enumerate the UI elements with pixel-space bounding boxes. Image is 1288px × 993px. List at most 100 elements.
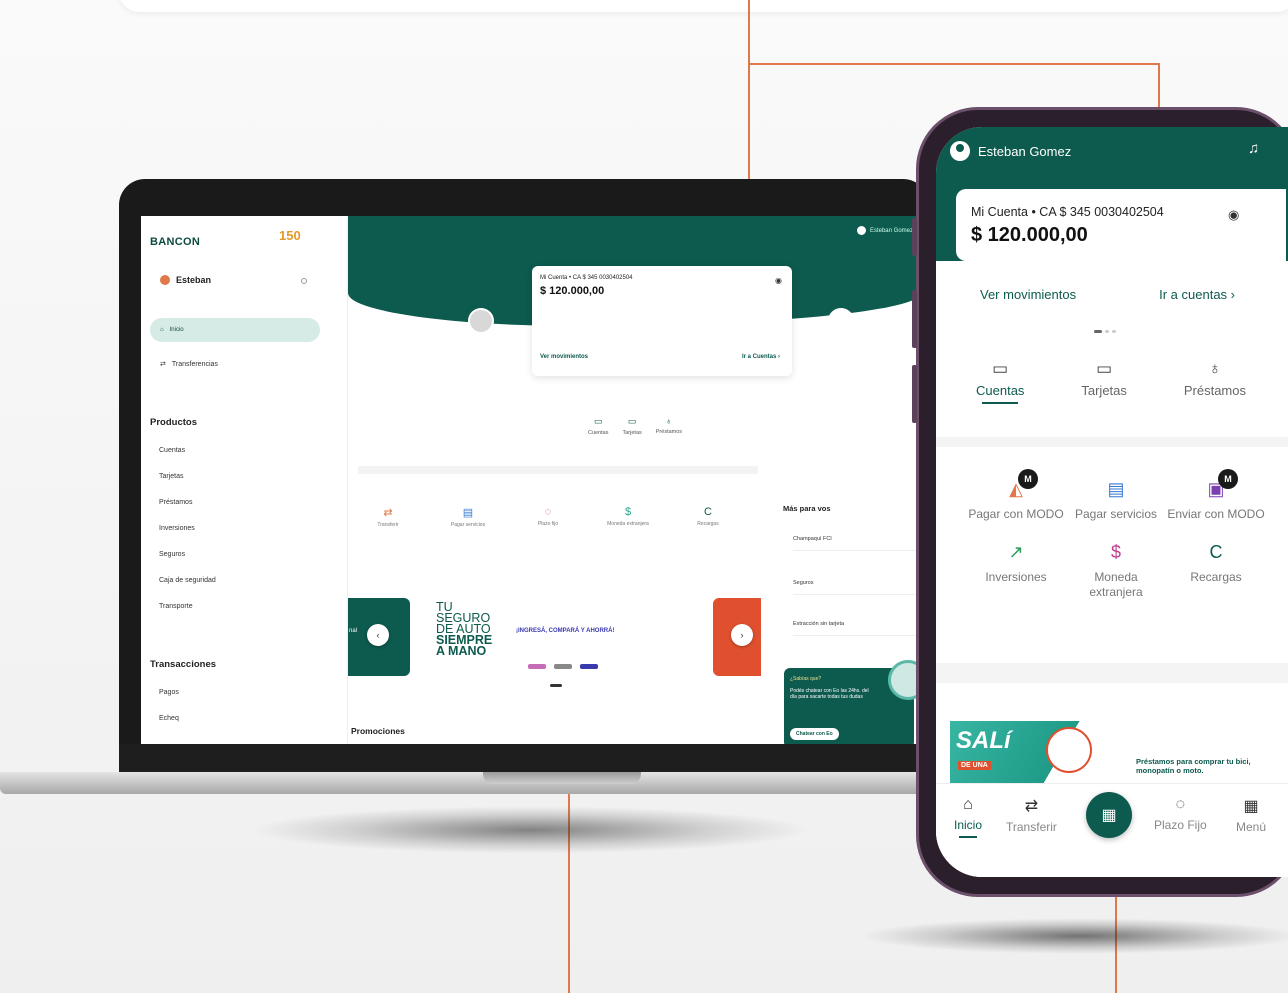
- view-movements-link[interactable]: Ver movimientos: [980, 287, 1076, 302]
- phone-side-button: [912, 290, 917, 348]
- go-to-accounts-link[interactable]: Ir a cuentas ›: [1159, 287, 1235, 302]
- action-label: Enviar con MODO: [1167, 507, 1265, 521]
- sidebar-item-pagos[interactable]: Pagos: [159, 689, 179, 696]
- qr-scan-button[interactable]: ▦: [1086, 792, 1132, 838]
- phone-user-name: Esteban Gomez: [978, 143, 1072, 159]
- view-movements-link[interactable]: Ver movimientos: [540, 354, 588, 360]
- account-balance: $ 120.000,00: [540, 285, 605, 297]
- action-enviar-con-modo[interactable]: ▣ M Enviar con MODO: [1166, 469, 1266, 522]
- home-icon: ⌂: [160, 327, 164, 333]
- promo-line: A MANO: [436, 644, 487, 658]
- sidebar-item-inicio[interactable]: ⌂ Inicio: [150, 318, 320, 342]
- sidebar-item-transferencias[interactable]: ⇄ Transferencias: [160, 360, 218, 369]
- eye-icon[interactable]: ◉: [1228, 207, 1239, 223]
- sidebar-item-inversiones[interactable]: Inversiones: [159, 525, 195, 532]
- sidebar-item-echeq[interactable]: Echeq: [159, 715, 179, 722]
- action-inversiones[interactable]: ↗ Inversiones: [966, 540, 1066, 600]
- chat-button[interactable]: Chatear con Eo: [790, 728, 839, 740]
- tab-prestamos[interactable]: ♁ Préstamos: [1184, 359, 1246, 404]
- nav-label: Plazo Fijo: [1154, 818, 1207, 832]
- nav-inicio[interactable]: ⌂ Inicio: [954, 796, 982, 838]
- carousel-prev-button[interactable]: [468, 308, 494, 334]
- action-transferir[interactable]: ⇄ Transferir: [358, 506, 418, 528]
- transfer-icon: ⇄: [1024, 798, 1039, 815]
- more-item-champaqui[interactable]: Champaquí FCI: [793, 536, 921, 551]
- partner-logo: [554, 664, 572, 669]
- transfer-icon: ⇄: [383, 507, 393, 519]
- phone-user[interactable]: Esteban Gomez: [950, 141, 1071, 161]
- avatar: [160, 275, 170, 285]
- product-tabs: ▭ Cuentas ▭ Tarjetas ♁ Préstamos: [588, 416, 682, 436]
- sidebar-item-prestamos[interactable]: Préstamos: [159, 499, 192, 506]
- action-label: Plazo fijo: [537, 521, 559, 527]
- more-item-extraccion[interactable]: Extracción sin tarjeta: [793, 621, 921, 636]
- eye-icon[interactable]: ◉: [775, 276, 782, 285]
- nav-plazo-fijo[interactable]: ◌ Plazo Fijo: [1154, 796, 1207, 832]
- promo-prev-button[interactable]: ‹: [367, 624, 389, 646]
- promo-banner[interactable]: SALí DE UNA Préstamos para comprar tu bi…: [950, 721, 1286, 783]
- sidebar-user[interactable]: Esteban: [160, 275, 211, 285]
- nav-label: Inicio: [954, 818, 983, 832]
- sidebar-item-transporte[interactable]: Transporte: [159, 603, 193, 610]
- phone-account-links: Ver movimientos Ir a cuentas ›: [980, 287, 1235, 302]
- tab-label: Préstamos: [1183, 383, 1246, 398]
- phone-side-button: [912, 218, 917, 256]
- carousel-dots: [1094, 330, 1116, 333]
- action-label: Pagar servicios: [450, 522, 486, 528]
- action-label: Recargas: [1190, 570, 1242, 584]
- action-plazo-fijo[interactable]: ◌ Plazo fijo: [518, 506, 578, 528]
- action-pagar-servicios[interactable]: ▤ Pagar servicios: [1066, 477, 1166, 522]
- chat-text: Podés chatear con Eo las 24hs. del día p…: [790, 688, 869, 700]
- account-label: Mi Cuenta • CA $ 345 0030402504: [540, 275, 633, 281]
- main-content: Esteban Gomez Mi Cuenta • CA $ 345 00304…: [348, 216, 921, 744]
- tab-tarjetas[interactable]: ▭ Tarjetas: [623, 416, 642, 436]
- tab-prestamos[interactable]: ♁ Préstamos: [656, 416, 682, 436]
- action-pagar-con-modo[interactable]: ◭ M Pagar con MODO: [966, 469, 1066, 522]
- nav-transferir[interactable]: ⇄ Transferir: [1006, 796, 1057, 834]
- go-to-accounts-link[interactable]: Ir a Cuentas ›: [742, 354, 780, 360]
- promo-cta[interactable]: ¡INGRESÁ, COMPARÁ Y AHORRÁ!: [516, 628, 614, 634]
- tab-label: Tarjetas: [1081, 383, 1127, 398]
- promo-next-button[interactable]: ›: [731, 624, 753, 646]
- brand-logo[interactable]: BANCON: [150, 236, 200, 248]
- sidebar-item-tarjetas[interactable]: Tarjetas: [159, 473, 184, 480]
- promo-text: Préstamos para comprar tu bici, monopatí…: [1136, 757, 1251, 775]
- quick-actions: ⇄ Transferir ▤ Pagar servicios ◌ Plazo fijo…: [348, 506, 748, 528]
- action-pagar-servicios[interactable]: ▤ Pagar servicios: [438, 506, 498, 528]
- partner-logos: [528, 664, 598, 669]
- carousel-next-button[interactable]: [828, 308, 854, 334]
- carousel-dots: [550, 684, 562, 687]
- phone-shadow: [860, 918, 1288, 954]
- action-label: Recargas: [697, 521, 719, 527]
- bell-icon[interactable]: ♫: [1248, 140, 1259, 157]
- divider: [358, 466, 758, 474]
- sidebar-item-cuentas[interactable]: Cuentas: [159, 447, 185, 454]
- nav-menu[interactable]: ▦ Menú: [1236, 796, 1266, 834]
- currency-icon: $: [624, 506, 632, 518]
- mascot-illustration: [1046, 727, 1092, 773]
- connector-line: [748, 63, 1160, 65]
- bell-icon[interactable]: [301, 278, 307, 284]
- more-item-seguros[interactable]: Seguros: [793, 580, 921, 595]
- action-recargas[interactable]: C Recargas: [1166, 540, 1266, 600]
- card-icon: ▭: [1096, 359, 1113, 378]
- phone-quick-actions: ◭ M Pagar con MODO ▤ Pagar servicios ▣ M Envi…: [966, 469, 1266, 600]
- user-icon: [856, 226, 866, 235]
- phone-screen: Esteban Gomez ♫ Mi Cuenta • CA $ 345 003…: [936, 127, 1288, 877]
- phone-account-balance: $ 120.000,00: [971, 224, 1088, 246]
- sidebar-item-seguros[interactable]: Seguros: [159, 551, 185, 558]
- sidebar-item-caja-seguridad[interactable]: Caja de seguridad: [159, 577, 216, 584]
- laptop-screen: BANCON 150 Esteban ⌂ Inicio ⇄ Transferen…: [141, 216, 921, 744]
- action-moneda-extranjera[interactable]: $ Moneda extranjera: [598, 506, 658, 528]
- home-icon: ⌂: [963, 796, 973, 813]
- tab-tarjetas[interactable]: ▭ Tarjetas: [1081, 359, 1127, 404]
- section-products-title: Productos: [150, 417, 197, 428]
- tab-cuentas[interactable]: ▭ Cuentas: [976, 359, 1024, 404]
- receipt-icon: ▤: [462, 507, 474, 519]
- action-moneda-extranjera[interactable]: $ Moneda extranjera: [1066, 540, 1166, 600]
- tab-cuentas[interactable]: ▭ Cuentas: [588, 416, 609, 436]
- wallet-icon: ▭: [593, 416, 603, 426]
- header-user[interactable]: Esteban Gomez: [856, 226, 913, 235]
- chat-widget[interactable]: ¿Sabías que? Podés chatear con Eo las 24…: [784, 660, 921, 744]
- action-recargas[interactable]: C Recargas: [678, 506, 738, 528]
